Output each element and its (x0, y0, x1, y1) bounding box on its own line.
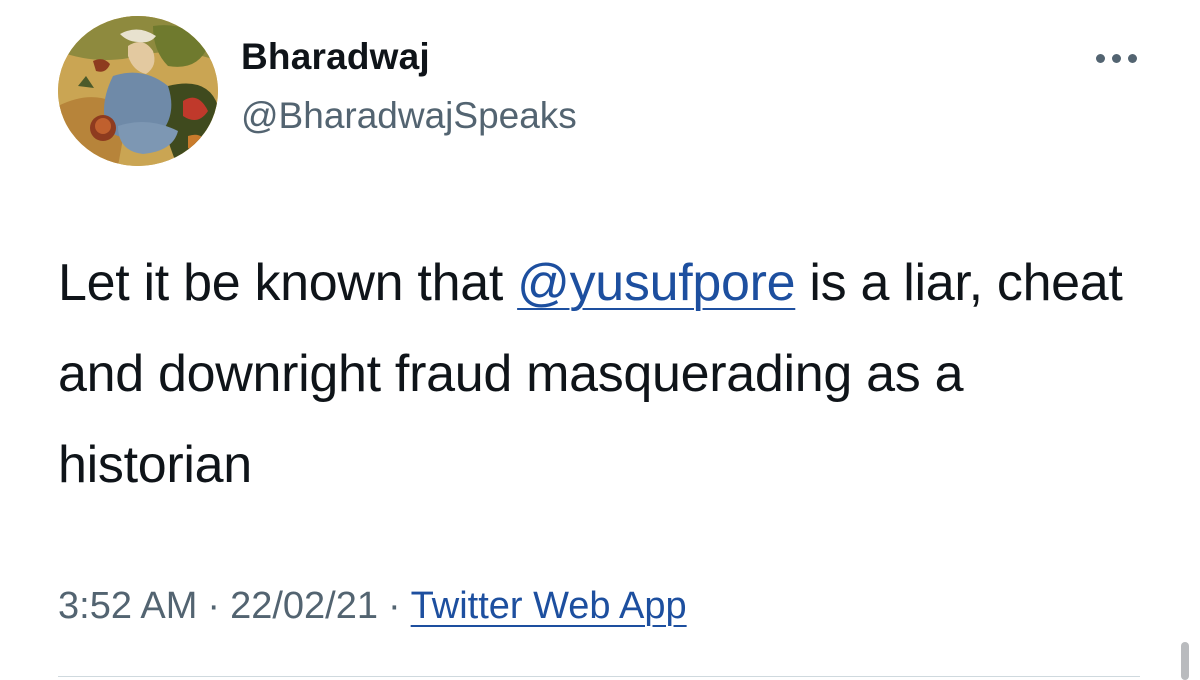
tweet-text-before: Let it be known that (58, 254, 518, 312)
avatar[interactable] (58, 16, 218, 166)
mention-link[interactable]: @yusufpore (517, 254, 795, 312)
tweet-date[interactable]: 22/02/21 (230, 585, 378, 627)
tweet-text: Let it be known that @yusufpore is a lia… (58, 238, 1168, 511)
separator-dot: · (207, 585, 221, 627)
display-name[interactable]: Bharadwaj (241, 36, 430, 78)
more-options-icon (1127, 53, 1137, 63)
tweet-time[interactable]: 3:52 AM (58, 585, 197, 627)
user-handle[interactable]: @BharadwajSpeaks (241, 95, 577, 137)
miniature-painting-avatar-icon (58, 16, 218, 166)
more-options-icon (1111, 53, 1121, 63)
scrollbar[interactable] (1181, 642, 1189, 680)
more-options-icon (1095, 53, 1105, 63)
tweet-card: Bharadwaj @BharadwajSpeaks Let it be kno… (0, 0, 1200, 680)
divider (58, 676, 1140, 677)
more-options-button[interactable] (1086, 40, 1146, 76)
source-link[interactable]: Twitter Web App (411, 585, 687, 627)
tweet-metadata: 3:52 AM · 22/02/21 · Twitter Web App (58, 585, 687, 628)
separator-dot: · (388, 585, 401, 627)
